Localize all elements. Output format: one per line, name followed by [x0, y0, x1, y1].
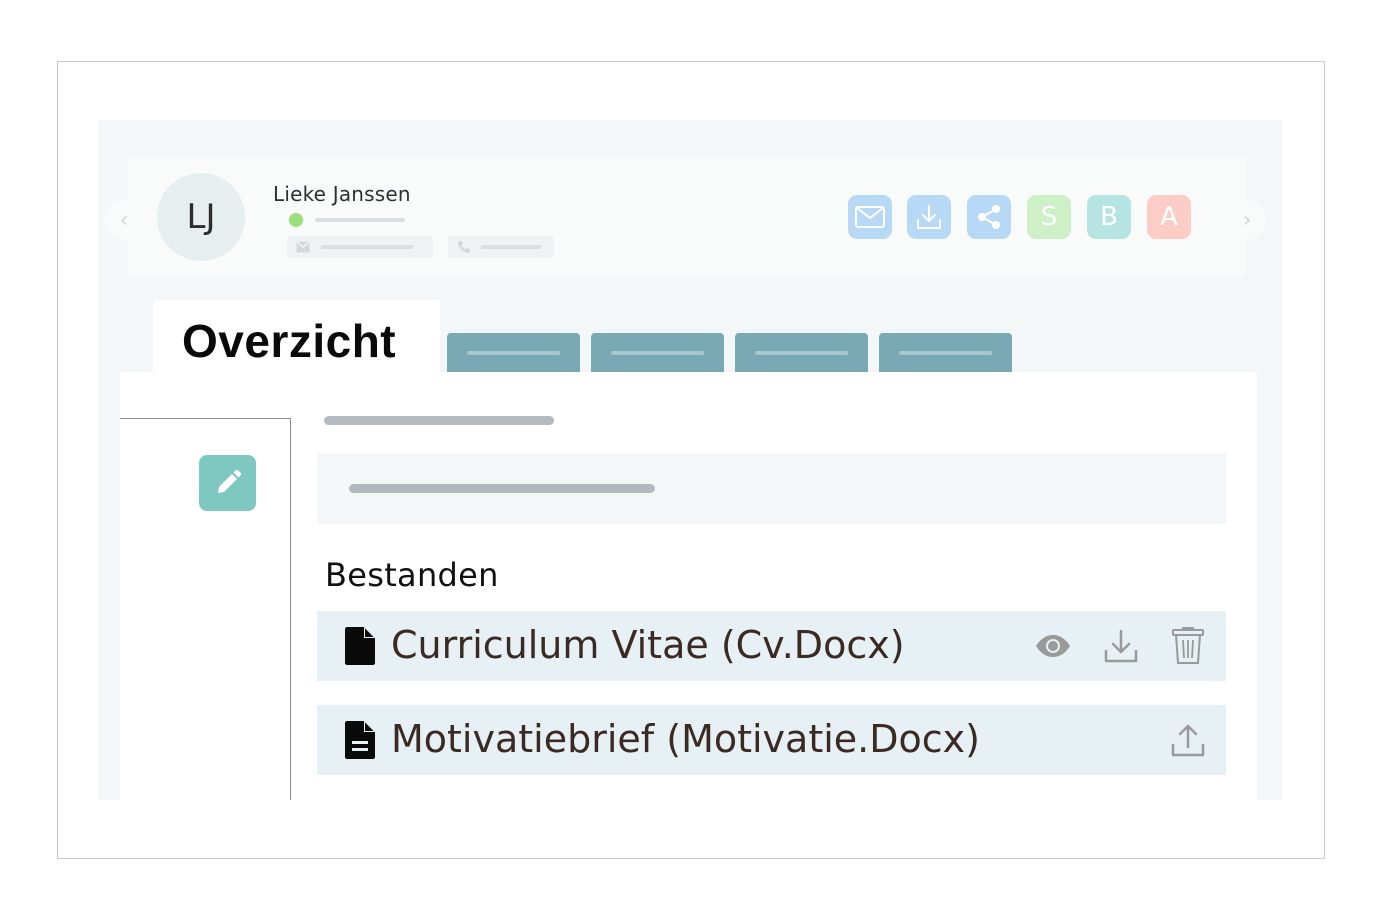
tab-5[interactable]	[879, 333, 1012, 373]
trash-icon	[1172, 627, 1204, 664]
phone-placeholder	[481, 245, 541, 249]
chevron-right-icon[interactable]: ›	[1227, 200, 1267, 240]
candidate-app: ‹ LJ Lieke Janssen S B A › Overzicht Bes…	[98, 120, 1282, 800]
file-name[interactable]: Curriculum Vitae (Cv.Docx)	[391, 623, 905, 667]
download-icon	[917, 205, 941, 229]
file-icon	[345, 627, 375, 665]
download-button[interactable]	[907, 195, 951, 239]
tab-label-placeholder	[755, 351, 848, 355]
download-file-button[interactable]	[1101, 626, 1141, 666]
tab-overzicht-label: Overzicht	[182, 315, 397, 367]
document-text-icon	[345, 721, 375, 759]
email-chip[interactable]	[287, 236, 433, 258]
email-placeholder	[321, 245, 413, 249]
files-section-title: Bestanden	[325, 556, 499, 594]
tab-label-placeholder	[467, 351, 560, 355]
mail-icon	[855, 206, 885, 228]
tab-label-placeholder	[611, 351, 704, 355]
tab-4[interactable]	[735, 333, 868, 373]
upload-button[interactable]	[1168, 720, 1208, 760]
side-column	[120, 418, 291, 800]
status-text-placeholder	[315, 218, 405, 222]
avatar: LJ	[157, 173, 245, 261]
share-button[interactable]	[967, 195, 1011, 239]
mail-icon	[296, 241, 310, 253]
s-button[interactable]: S	[1027, 195, 1071, 239]
heading-placeholder	[324, 416, 554, 425]
tab-2[interactable]	[447, 333, 580, 373]
file-row[interactable]: Curriculum Vitae (Cv.Docx)	[317, 611, 1226, 681]
overview-panel: Bestanden Curriculum Vitae (Cv.Docx) Mot…	[120, 372, 1257, 800]
pencil-icon	[217, 469, 241, 493]
candidate-name: Lieke Janssen	[273, 182, 411, 206]
tab-label-placeholder	[899, 351, 992, 355]
file-row[interactable]: Motivatiebrief (Motivatie.Docx)	[317, 705, 1226, 775]
a-button[interactable]: A	[1147, 195, 1191, 239]
status-indicator	[289, 213, 303, 227]
mail-button[interactable]	[848, 195, 892, 239]
edit-button[interactable]	[199, 455, 256, 511]
b-button[interactable]: B	[1087, 195, 1131, 239]
upload-icon	[1171, 724, 1205, 757]
info-text-placeholder	[349, 484, 655, 493]
delete-button[interactable]	[1168, 626, 1208, 666]
share-icon	[978, 205, 1000, 229]
download-icon	[1104, 629, 1138, 663]
tab-overzicht[interactable]: Overzicht	[153, 300, 440, 380]
info-box	[317, 453, 1226, 524]
phone-icon	[458, 241, 470, 253]
file-name[interactable]: Motivatiebrief (Motivatie.Docx)	[391, 717, 980, 761]
eye-icon	[1036, 635, 1070, 657]
phone-chip[interactable]	[448, 236, 554, 258]
view-button[interactable]	[1033, 626, 1073, 666]
tab-3[interactable]	[591, 333, 724, 373]
